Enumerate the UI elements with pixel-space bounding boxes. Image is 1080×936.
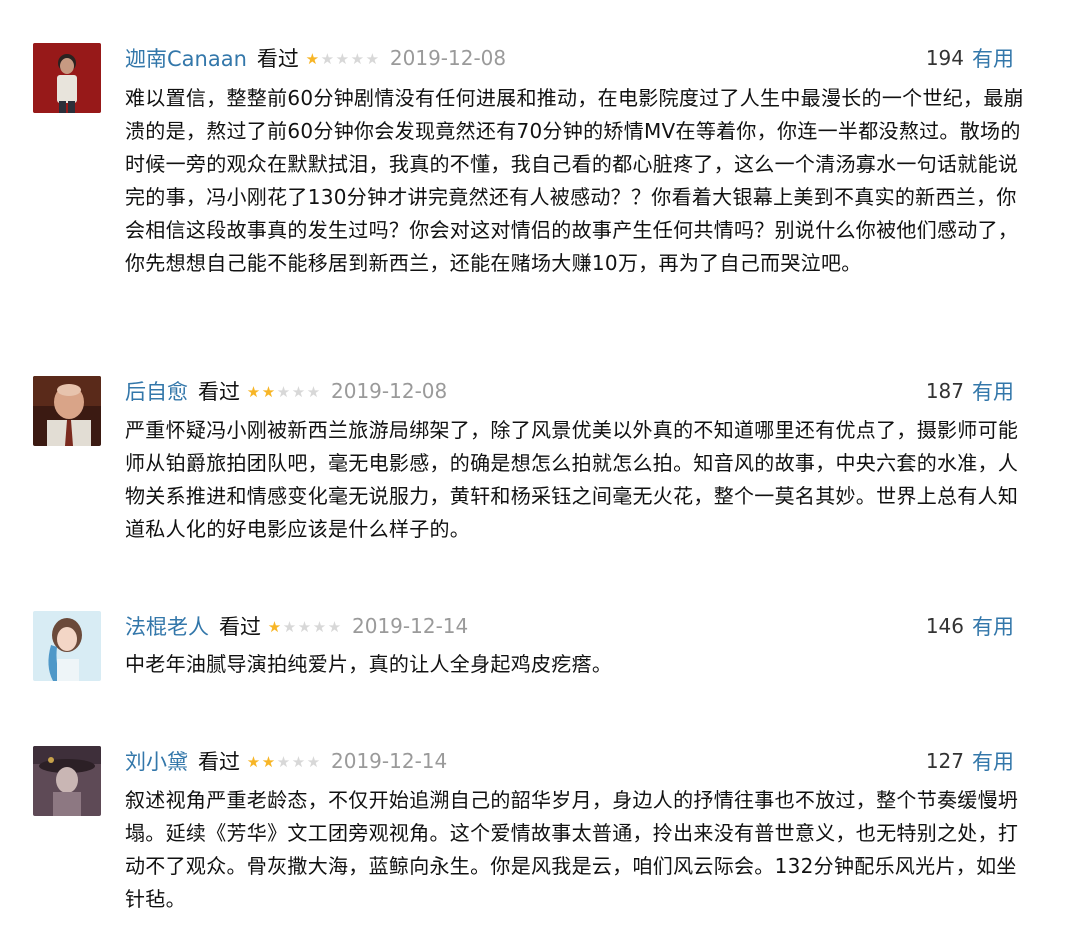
avatar[interactable]	[33, 376, 101, 446]
avatar[interactable]	[33, 746, 101, 816]
avatar[interactable]	[33, 611, 101, 681]
star-icon: ★	[291, 752, 306, 771]
rating-stars: ★ ★ ★ ★ ★	[305, 49, 380, 68]
review-header: 迦南Canaan 看过 ★ ★ ★ ★ ★ 2019-12-08 194 有用	[125, 43, 1014, 73]
star-icon: ★	[276, 752, 291, 771]
review-content: 严重怀疑冯小刚被新西兰旅游局绑架了，除了风景优美以外真的不知道哪里还有优点了，摄…	[125, 418, 1019, 541]
user-avatar-image	[33, 611, 101, 681]
star-icon: ★	[305, 49, 320, 68]
user-avatar-image	[33, 376, 101, 446]
star-icon: ★	[350, 49, 365, 68]
user-avatar-image	[33, 746, 101, 816]
review-date: 2019-12-14	[331, 749, 448, 773]
username-link[interactable]: 刘小黛	[125, 746, 188, 776]
star-icon: ★	[267, 617, 282, 636]
review-date: 2019-12-08	[389, 46, 507, 70]
rating-stars: ★ ★ ★ ★ ★	[267, 617, 342, 636]
review-date: 2019-12-08	[331, 379, 448, 403]
star-icon: ★	[327, 617, 342, 636]
vote-count: 187	[925, 379, 964, 403]
watch-status: 看过	[198, 380, 240, 404]
review-content: 叙述视角严重老龄态，不仅开始追溯自己的韶华岁月，身边人的抒情往事也不放过，整个节…	[125, 788, 1019, 911]
watch-status: 看过	[256, 47, 299, 71]
star-icon: ★	[291, 382, 306, 401]
star-icon: ★	[282, 617, 297, 636]
review-content: 中老年油腻导演拍纯爱片，真的让人全身起鸡皮疙瘩。	[125, 652, 613, 676]
watch-status: 看过	[219, 615, 261, 639]
star-icon: ★	[320, 49, 335, 68]
star-icon: ★	[246, 752, 261, 771]
star-icon: ★	[306, 752, 321, 771]
rating-stars: ★ ★ ★ ★ ★	[246, 752, 321, 771]
review-date: 2019-12-14	[352, 614, 469, 638]
rating-stars: ★ ★ ★ ★ ★	[246, 382, 321, 401]
useful-button[interactable]: 有用	[972, 746, 1014, 776]
star-icon: ★	[276, 382, 291, 401]
star-icon: ★	[365, 49, 380, 68]
star-icon: ★	[306, 382, 321, 401]
vote-count: 146	[925, 614, 964, 638]
avatar[interactable]	[33, 43, 101, 113]
star-icon: ★	[312, 617, 327, 636]
vote-count: 194	[925, 46, 964, 70]
star-icon: ★	[261, 382, 276, 401]
username-link[interactable]: 后自愈	[125, 376, 188, 406]
star-icon: ★	[246, 382, 261, 401]
vote-count: 127	[925, 749, 964, 773]
user-avatar-image	[33, 43, 101, 113]
username-link[interactable]: 法棍老人	[125, 611, 209, 641]
username-link[interactable]: 迦南Canaan	[125, 43, 247, 73]
star-icon: ★	[335, 49, 350, 68]
star-icon: ★	[297, 617, 312, 636]
useful-button[interactable]: 有用	[972, 611, 1014, 641]
review-header: 刘小黛 看过 ★ ★ ★ ★ ★ 2019-12-14 127 有用	[125, 746, 1014, 776]
review-header: 法棍老人 看过 ★ ★ ★ ★ ★ 2019-12-14 146 有用	[125, 611, 1014, 641]
useful-button[interactable]: 有用	[972, 376, 1014, 406]
review-header: 后自愈 看过 ★ ★ ★ ★ ★ 2019-12-08 187 有用	[125, 376, 1014, 406]
star-icon: ★	[261, 752, 276, 771]
useful-button[interactable]: 有用	[972, 43, 1014, 73]
review-content: 难以置信，整整前60分钟剧情没有任何进展和推动，在电影院度过了人生中最漫长的一个…	[125, 86, 1024, 275]
watch-status: 看过	[198, 750, 240, 774]
